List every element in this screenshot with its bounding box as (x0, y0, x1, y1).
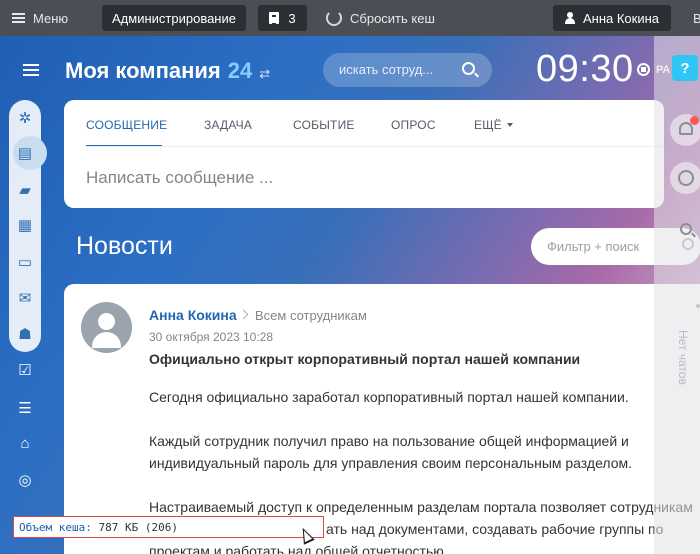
switch-icon: ⇄ (259, 66, 271, 81)
left-menu-toggle-icon[interactable] (23, 64, 39, 76)
groups-icon[interactable]: ☗ (15, 324, 35, 344)
cache-size-tooltip: Объем кеша: 787 КБ (206) (13, 516, 324, 538)
news-feed-icon[interactable]: ▤ (15, 143, 35, 163)
notifications-button[interactable] (670, 114, 700, 146)
post-text-line: индивидуальный пароль для управления сво… (149, 455, 633, 471)
sites-icon[interactable]: ✲ (15, 108, 35, 128)
chat-button[interactable] (670, 162, 700, 194)
count-label: 3 (288, 10, 296, 26)
messenger-icon[interactable]: ▰ (15, 180, 35, 200)
post-text-line: Настраиваемый доступ к определенным разд… (149, 499, 693, 515)
post-title: Официально открыт корпоративный портал н… (149, 351, 581, 367)
tab-event[interactable]: СОБЫТИЕ (293, 118, 355, 132)
tasks-icon[interactable]: ☑ (15, 360, 35, 380)
no-chats-label: Нет чатов (676, 330, 690, 385)
company-title[interactable]: Моя компания 24 ⇄ (65, 58, 270, 84)
notification-badge (690, 116, 699, 125)
goals-icon[interactable]: ◎ (15, 470, 35, 490)
tab-more-label: ЕЩЁ (474, 118, 502, 132)
chevron-down-icon (506, 123, 513, 127)
document-icon (269, 12, 280, 25)
notifications-count-button[interactable]: 3 (258, 5, 307, 31)
mail-icon[interactable]: ✉ (15, 288, 35, 308)
help-button[interactable]: ? (672, 55, 698, 81)
tabs-divider (86, 146, 664, 147)
drive-icon[interactable]: ▭ (15, 252, 35, 272)
menu-button[interactable]: Меню (12, 5, 68, 31)
exit-link[interactable]: В (693, 5, 700, 31)
calendar-icon[interactable]: ▦ (15, 215, 35, 235)
company-name: Моя компания (65, 58, 221, 83)
tab-message[interactable]: СООБЩЕНИЕ (86, 118, 167, 132)
user-name: Анна Кокина (582, 10, 660, 26)
menu-icon (12, 13, 25, 23)
administration-button[interactable]: Администрирование (102, 5, 246, 31)
message-input[interactable]: Написать сообщение ... (86, 168, 273, 188)
user-icon (564, 12, 575, 24)
post-text-line: ать над документами, создавать рабочие г… (326, 521, 664, 537)
reset-cache-button[interactable]: Сбросить кеш (326, 5, 435, 31)
post-text-line: проектам и работать над общей отчетность… (149, 543, 448, 554)
post-composer: СООБЩЕНИЕ ЗАДАЧА СОБЫТИЕ ОПРОС ЕЩЁ Напис… (64, 100, 664, 208)
search-icon[interactable] (462, 62, 475, 75)
refresh-icon (326, 10, 342, 26)
scroll-dot (696, 304, 700, 308)
chat-search-icon[interactable] (680, 223, 692, 235)
post-date[interactable]: 30 октября 2023 10:28 (149, 330, 273, 344)
stop-icon (637, 63, 650, 76)
right-panel (654, 36, 700, 554)
post-text-line: Сегодня официально заработал корпоративн… (149, 389, 629, 405)
cache-size-label: Объем кеша: (19, 521, 92, 534)
admin-bar: Меню Администрирование 3 Сбросить кеш Ан… (0, 0, 700, 36)
post-author[interactable]: Анна Кокина (149, 307, 237, 323)
post-text-line: Каждый сотрудник получил право на пользо… (149, 433, 629, 449)
menu-label: Меню (33, 10, 69, 26)
avatar[interactable] (81, 302, 132, 353)
cache-size-value: 787 КБ (206) (98, 521, 178, 534)
tab-poll[interactable]: ОПРОС (391, 118, 436, 132)
employee-count: 24 (227, 58, 253, 83)
clock: 09:30 (536, 48, 634, 90)
post-recipients[interactable]: Всем сотрудникам (255, 308, 367, 323)
reset-cache-label: Сбросить кеш (350, 10, 435, 26)
composer-tabs: СООБЩЕНИЕ ЗАДАЧА СОБЫТИЕ ОПРОС ЕЩЁ (64, 100, 664, 147)
crm-icon[interactable]: ☰ (15, 398, 35, 418)
company-icon[interactable]: ⌂ (15, 433, 35, 453)
chat-icon (678, 170, 694, 186)
tab-task[interactable]: ЗАДАЧА (204, 118, 252, 132)
news-title: Новости (76, 232, 173, 260)
user-menu-button[interactable]: Анна Кокина (553, 5, 671, 31)
tab-more[interactable]: ЕЩЁ (474, 118, 513, 132)
